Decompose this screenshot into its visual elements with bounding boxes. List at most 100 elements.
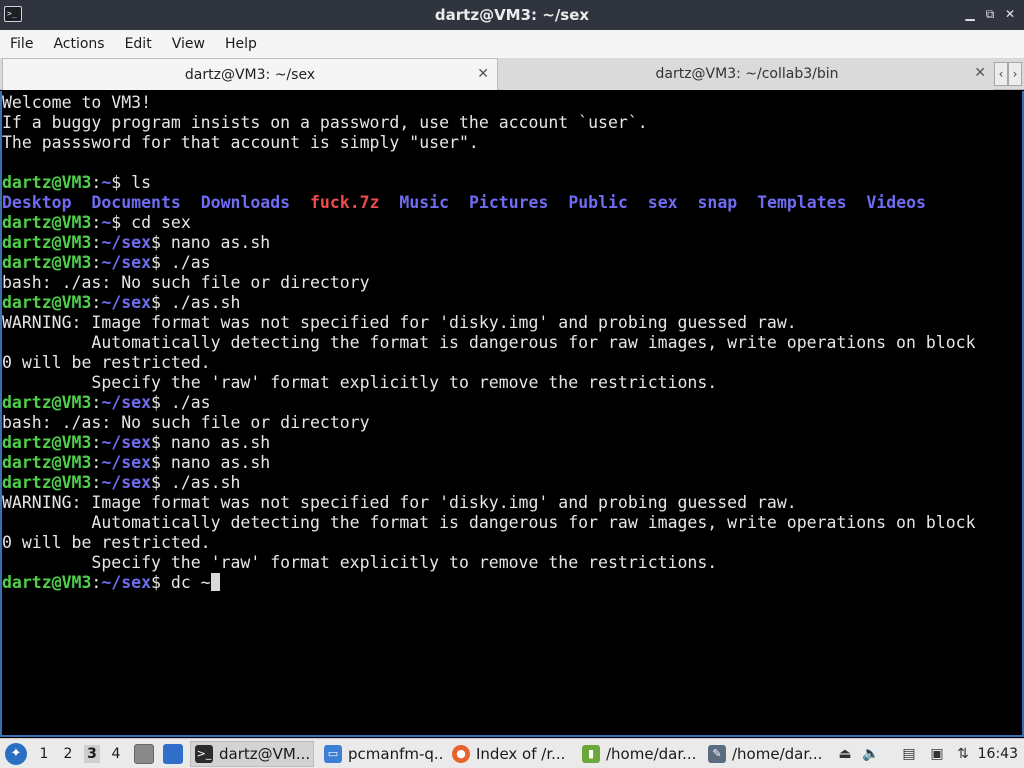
terminal-text: : [91, 253, 102, 272]
tab-label: dartz@VM3: ~/sex [184, 66, 316, 83]
window-titlebar[interactable]: >_ dartz@VM3: ~/sex ▁ ⧉ ✕ [0, 0, 1024, 30]
terminal-text: bash: ./as: No such file or directory [2, 273, 370, 292]
terminal-text: $ dc ~ [151, 573, 211, 592]
terminal-icon[interactable]: >_ [4, 6, 22, 22]
menu-bar: File Actions Edit View Help [0, 30, 1024, 58]
file-manager-icon[interactable] [134, 744, 154, 764]
terminal-text: Videos [866, 193, 926, 212]
volume-icon[interactable]: 🔈 [862, 745, 880, 763]
lxqt-start-icon[interactable]: ✦ [5, 743, 27, 765]
terminal-text: Desktop [2, 193, 72, 212]
task-pcmanfm[interactable]: ▭ pcmanfm-q... [320, 741, 444, 767]
close-icon[interactable]: ✕ [1002, 6, 1018, 22]
clock[interactable]: 16:43 [978, 739, 1018, 768]
window-title: dartz@VM3: ~/sex [434, 6, 590, 24]
terminal-text: : [91, 393, 102, 412]
terminal-output[interactable]: Welcome to VM3! If a buggy program insist… [0, 91, 1024, 737]
terminal-lines: Welcome to VM3! If a buggy program insist… [2, 93, 976, 593]
terminal-text: dartz@VM3 [2, 293, 92, 312]
terminal-line: The passsword for that account is simply… [2, 133, 976, 153]
terminal-line: WARNING: Image format was not specified … [2, 313, 976, 333]
firefox-icon: ● [452, 745, 470, 763]
terminal-text: sex [647, 193, 678, 212]
workspace-3[interactable]: 3 [84, 745, 100, 763]
clipboard-icon[interactable]: ▤ [900, 745, 918, 763]
show-desktop-icon[interactable] [163, 744, 183, 764]
terminal-text: dartz@VM3 [2, 213, 92, 232]
folder-icon: ▭ [324, 745, 342, 763]
terminal-text: $ ./as [151, 253, 211, 272]
terminal-text: $ nano as.sh [151, 453, 271, 472]
tab-bar: dartz@VM3: ~/sex ✕ dartz@VM3: ~/collab3/… [0, 58, 1024, 90]
network-icon[interactable]: ⇅ [954, 745, 972, 763]
minimize-icon[interactable]: ▁ [962, 6, 978, 22]
terminal-text: ~/sex [101, 253, 152, 272]
terminal-text: Downloads [200, 193, 291, 212]
terminal-text: Templates [757, 193, 847, 212]
restore-icon[interactable]: ⧉ [982, 6, 998, 22]
chevron-right-icon[interactable]: › [1008, 62, 1022, 86]
terminal-line: dartz@VM3:~/sex$ ./as.sh [2, 473, 976, 493]
menu-edit[interactable]: Edit [115, 30, 162, 58]
terminal-text: ~/sex [101, 233, 152, 252]
tab-collab3-bin[interactable]: dartz@VM3: ~/collab3/bin ✕ [500, 58, 994, 90]
terminal-line: bash: ./as: No such file or directory [2, 413, 976, 433]
task-firefox[interactable]: ● Index of /r... [448, 741, 572, 767]
terminal-text: Documents [91, 193, 181, 212]
terminal-text: Public [568, 193, 628, 212]
workspace-1[interactable]: 1 [36, 745, 52, 763]
terminal-text: ~/sex [101, 293, 152, 312]
terminal-line: dartz@VM3:~/sex$ nano as.sh [2, 433, 976, 453]
menu-actions[interactable]: Actions [43, 30, 114, 58]
task-label: pcmanfm-q... [348, 745, 444, 763]
tab-sex[interactable]: dartz@VM3: ~/sex ✕ [2, 58, 498, 90]
task-archive[interactable]: ▮ /home/dar... [578, 741, 702, 767]
terminal-text: $ ./as.sh [151, 473, 241, 492]
task-editor[interactable]: ✎ /home/dar... [704, 741, 828, 767]
terminal-text: Automatically detecting the format is da… [2, 513, 976, 532]
terminal-text: Automatically detecting the format is da… [2, 333, 976, 352]
terminal-text: dartz@VM3 [2, 253, 92, 272]
terminal-text: WARNING: Image format was not specified … [2, 313, 797, 332]
terminal-text: ~ [101, 173, 112, 192]
display-icon[interactable]: ▣ [928, 745, 946, 763]
terminal-text: Welcome to VM3! [2, 93, 152, 112]
menu-view[interactable]: View [162, 30, 215, 58]
terminal-text: ~/sex [101, 433, 152, 452]
menu-help[interactable]: Help [215, 30, 267, 58]
terminal-text: : [91, 453, 102, 472]
terminal-text: WARNING: Image format was not specified … [2, 493, 797, 512]
terminal-line: dartz@VM3:~/sex$ nano as.sh [2, 453, 976, 473]
close-tab-icon[interactable]: ✕ [477, 66, 489, 82]
eject-icon[interactable]: ⏏ [836, 745, 854, 763]
task-label: /home/dar... [732, 745, 823, 763]
terminal-line: Automatically detecting the format is da… [2, 513, 976, 533]
terminal-text: $ ./as.sh [151, 293, 241, 312]
terminal-text: bash: ./as: No such file or directory [2, 413, 370, 432]
task-terminal[interactable]: >_ dartz@VM... [190, 741, 314, 767]
terminal-text: If a buggy program insists on a password… [2, 113, 648, 132]
terminal-text: $ cd sex [111, 213, 191, 232]
terminal-line: dartz@VM3:~/sex$ ./as [2, 253, 976, 273]
terminal-line: 0 will be restricted. [2, 353, 976, 373]
terminal-line: 0 will be restricted. [2, 533, 976, 553]
chevron-left-icon[interactable]: ‹ [994, 62, 1008, 86]
workspace-2[interactable]: 2 [60, 745, 76, 763]
terminal-line: Welcome to VM3! [2, 93, 976, 113]
terminal-line: Automatically detecting the format is da… [2, 333, 976, 353]
terminal-line: dartz@VM3:~/sex$ ./as.sh [2, 293, 976, 313]
workspace-4[interactable]: 4 [108, 745, 124, 763]
menu-file[interactable]: File [0, 30, 43, 58]
close-tab-icon[interactable]: ✕ [974, 65, 986, 81]
terminal-text: dartz@VM3 [2, 573, 92, 592]
terminal-text: ~/sex [101, 453, 152, 472]
terminal-line: dartz@VM3:~$ ls [2, 173, 976, 193]
terminal-line: dartz@VM3:~/sex$ ./as [2, 393, 976, 413]
terminal-text: ~/sex [101, 573, 152, 592]
terminal-text: The passsword for that account is simply… [2, 133, 479, 152]
terminal-text: : [91, 433, 102, 452]
terminal-text: ~/sex [101, 473, 152, 492]
terminal-line: Specify the 'raw' format explicitly to r… [2, 553, 976, 573]
